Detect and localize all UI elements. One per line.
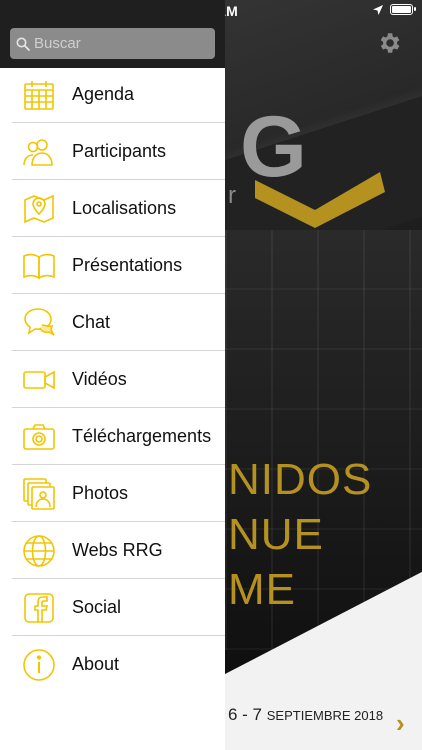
menu-item-webs-rrg[interactable]: Webs RRG bbox=[0, 522, 225, 579]
hero-line-2: NUE bbox=[228, 510, 324, 559]
menu-item-label: Participants bbox=[72, 141, 167, 161]
search-header bbox=[0, 0, 225, 68]
menu-item-photos[interactable]: Photos bbox=[0, 465, 225, 522]
menu-item-chat[interactable]: Chat bbox=[0, 294, 225, 351]
menu-item-label: Photos bbox=[72, 483, 129, 503]
menu-item-label: Chat bbox=[72, 312, 111, 332]
map-pin-icon bbox=[22, 192, 56, 226]
menu-item-label: Téléchargements bbox=[72, 426, 212, 446]
menu-item-videos[interactable]: Vidéos bbox=[0, 351, 225, 408]
battery-icon bbox=[390, 4, 416, 15]
menu-item-label: Social bbox=[72, 597, 122, 617]
video-icon bbox=[22, 363, 56, 397]
location-arrow-icon bbox=[373, 5, 383, 15]
search-input[interactable] bbox=[34, 35, 209, 52]
chat-icon bbox=[22, 306, 56, 340]
menu-item-presentations[interactable]: Présentations bbox=[0, 237, 225, 294]
menu-item-telechargements[interactable]: Téléchargements bbox=[0, 408, 225, 465]
gear-icon[interactable] bbox=[376, 30, 402, 56]
event-date-month: SEPTIEMBRE 2018 bbox=[266, 708, 384, 723]
menu-item-label: Webs RRG bbox=[72, 540, 163, 560]
menu-item-social[interactable]: Social bbox=[0, 579, 225, 636]
photos-icon bbox=[22, 477, 56, 511]
menu-item-label: Localisations bbox=[72, 198, 177, 218]
logo-subtext: r bbox=[228, 182, 236, 209]
menu-item-label: Présentations bbox=[72, 255, 183, 275]
menu-item-label: Agenda bbox=[72, 84, 135, 104]
menu-item-agenda[interactable]: Agenda bbox=[0, 66, 225, 123]
search-icon bbox=[16, 37, 30, 51]
logo-chevron-icon bbox=[255, 172, 385, 228]
menu-item-about[interactable]: About bbox=[0, 636, 225, 693]
menu-item-participants[interactable]: Participants bbox=[0, 123, 225, 180]
drawer-menu: Agenda Participants Localisations Présen… bbox=[0, 66, 225, 693]
hero-line-1: NIDOS bbox=[228, 455, 373, 504]
event-date-days: 6 - 7 bbox=[228, 705, 263, 724]
calendar-icon bbox=[22, 78, 56, 112]
facebook-icon bbox=[22, 591, 56, 625]
people-icon bbox=[22, 135, 56, 169]
globe-icon bbox=[22, 534, 56, 568]
info-icon bbox=[22, 648, 56, 682]
book-icon bbox=[22, 249, 56, 283]
side-drawer: Agenda Participants Localisations bbox=[0, 0, 225, 750]
menu-item-label: Vidéos bbox=[72, 369, 127, 389]
menu-item-label: About bbox=[72, 654, 120, 674]
camera-icon bbox=[22, 420, 56, 454]
menu-item-localisations[interactable]: Localisations bbox=[0, 180, 225, 237]
search-box[interactable] bbox=[10, 28, 215, 59]
next-arrow-icon[interactable]: › bbox=[396, 708, 405, 739]
hero-line-3: ME bbox=[228, 565, 296, 614]
event-date: 6 - 7 SEPTIEMBRE 2018 bbox=[228, 705, 383, 725]
